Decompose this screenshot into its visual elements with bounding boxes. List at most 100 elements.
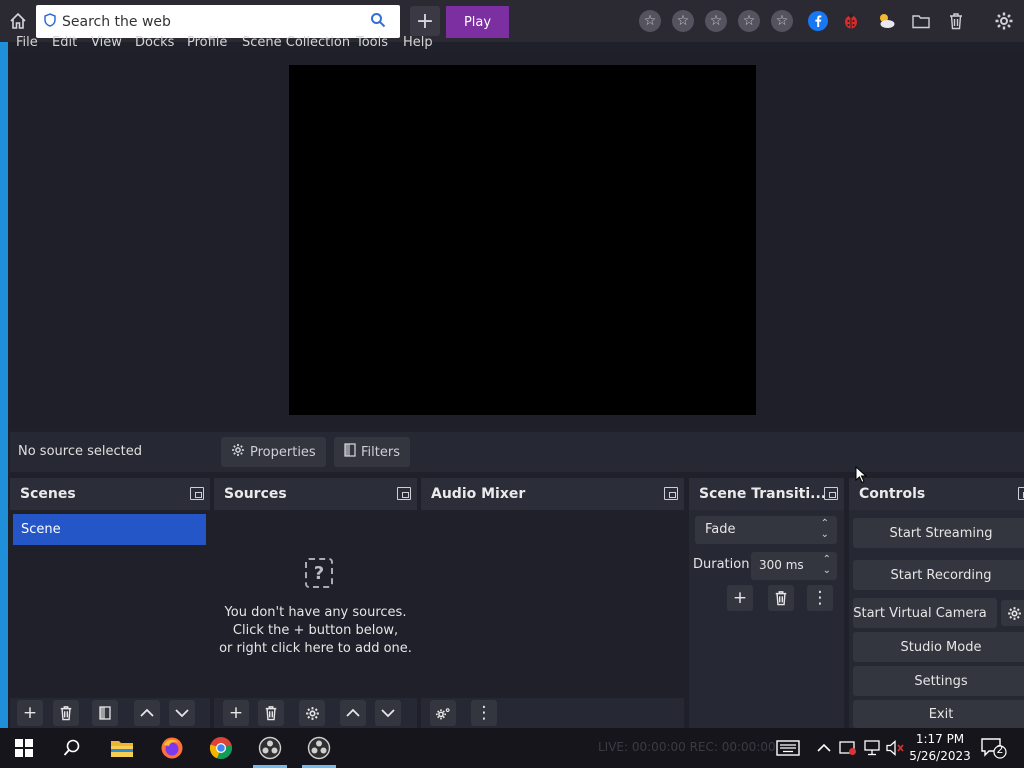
gear-icon: [231, 443, 245, 461]
filters-button[interactable]: Filters: [334, 437, 410, 467]
menu-scene-collection[interactable]: Scene Collection: [242, 35, 350, 50]
menu-docks[interactable]: Docks: [135, 35, 174, 50]
remove-scene-button[interactable]: [53, 700, 79, 726]
virtual-camera-label: Start Virtual Camera: [853, 605, 987, 621]
remove-source-button[interactable]: [258, 700, 284, 726]
clock-time: 1:17 PM: [915, 732, 965, 746]
dock-header: Audio Mixer: [421, 478, 684, 510]
dock-title: Sources: [224, 486, 287, 502]
obs-icon[interactable]: [256, 734, 284, 762]
transition-menu-button[interactable]: ⋮: [807, 585, 833, 611]
obs-icon[interactable]: [305, 734, 333, 762]
add-transition-button[interactable]: +: [727, 585, 753, 611]
duration-spinbox[interactable]: 300 ms ⌃ ⌄: [751, 552, 837, 580]
clock-date: 5/26/2023: [909, 749, 971, 763]
dock-title: Scenes: [20, 486, 76, 502]
undock-icon[interactable]: [1018, 487, 1024, 500]
source-properties-button[interactable]: [299, 700, 325, 726]
move-source-up-button[interactable]: [340, 700, 366, 726]
firefox-icon[interactable]: [158, 734, 186, 762]
search-icon[interactable]: [370, 12, 386, 32]
no-source-label: No source selected: [18, 444, 142, 459]
mouse-cursor-icon: [855, 465, 868, 488]
empty-line: or right click here to add one.: [219, 641, 412, 656]
move-scene-down-button[interactable]: [169, 700, 195, 726]
remove-transition-button[interactable]: [768, 585, 794, 611]
audio-mixer-dock: Audio Mixer ⋮: [421, 478, 684, 728]
audio-menu-button[interactable]: ⋮: [471, 700, 497, 726]
select-arrows-icon: ⌃ ⌄: [820, 518, 829, 540]
sources-dock: Sources ? You don't have any sources. Cl…: [214, 478, 417, 728]
star-icon[interactable]: ☆: [738, 10, 760, 32]
start-recording-button[interactable]: Start Recording: [853, 560, 1024, 590]
preview-canvas[interactable]: [289, 65, 756, 415]
facebook-icon[interactable]: [806, 9, 830, 33]
empty-line: Click the + button below,: [232, 623, 399, 638]
empty-sources-message: You don't have any sources. Click the + …: [214, 604, 417, 658]
weather-icon[interactable]: [874, 9, 898, 33]
dock-toolbar: +: [214, 698, 417, 728]
menu-tools[interactable]: Tools: [356, 35, 388, 50]
dock-header: Controls: [849, 478, 1024, 510]
controls-dock: Controls Start Streaming Start Recording…: [849, 478, 1024, 728]
dock-header: Scenes: [10, 478, 210, 510]
advanced-audio-button[interactable]: [430, 700, 456, 726]
menu-profile[interactable]: Profile: [187, 35, 227, 50]
scene-item[interactable]: Scene: [13, 514, 206, 545]
source-toolbar: [10, 432, 1024, 472]
dock-header: Scene Transiti...: [689, 478, 844, 510]
duration-label: Duration: [693, 557, 750, 572]
gear-icon[interactable]: [992, 9, 1016, 33]
add-scene-button[interactable]: +: [17, 700, 43, 726]
chrome-icon[interactable]: [207, 734, 235, 762]
home-icon[interactable]: [6, 9, 30, 33]
scene-filters-button[interactable]: [92, 700, 118, 726]
menu-edit[interactable]: Edit: [52, 35, 77, 50]
properties-button[interactable]: Properties: [221, 437, 326, 467]
windows-start-icon[interactable]: [10, 734, 38, 762]
shield-icon: [44, 12, 56, 31]
filter-icon: [344, 443, 356, 461]
duration-value: 300 ms: [759, 558, 804, 572]
dock-title: Scene Transiti...: [699, 486, 827, 502]
scene-transitions-dock: Scene Transiti... Fade ⌃ ⌄ Duration 300 m…: [689, 478, 844, 728]
scenes-dock: Scenes Scene +: [10, 478, 210, 728]
move-scene-up-button[interactable]: [134, 700, 160, 726]
star-icon[interactable]: ☆: [705, 10, 727, 32]
settings-button[interactable]: Settings: [853, 666, 1024, 696]
star-icon[interactable]: ☆: [672, 10, 694, 32]
menu-file[interactable]: File: [16, 35, 38, 50]
menu-help[interactable]: Help: [403, 35, 433, 50]
filters-label: Filters: [361, 444, 400, 460]
dock-title: Audio Mixer: [431, 486, 526, 502]
star-icon[interactable]: ☆: [771, 10, 793, 32]
undock-icon[interactable]: [397, 487, 411, 500]
start-streaming-button[interactable]: Start Streaming: [853, 518, 1024, 548]
new-tab-button[interactable]: +: [410, 6, 440, 36]
add-source-button[interactable]: +: [223, 700, 249, 726]
file-explorer-icon[interactable]: [108, 734, 136, 762]
exit-button[interactable]: Exit: [853, 700, 1024, 728]
question-icon: ?: [305, 558, 333, 588]
trash-icon[interactable]: [944, 9, 968, 33]
ladybug-icon[interactable]: [839, 9, 863, 33]
undock-icon[interactable]: [190, 487, 204, 500]
search-placeholder: Search the web: [62, 13, 171, 30]
virtual-camera-settings-icon[interactable]: [1001, 600, 1024, 626]
menu-bar: File Edit View Docks Profile Scene Colle…: [8, 34, 1024, 52]
undock-icon[interactable]: [824, 487, 838, 500]
transition-select[interactable]: Fade ⌃ ⌄: [695, 516, 837, 544]
move-source-down-button[interactable]: [375, 700, 401, 726]
studio-mode-button[interactable]: Studio Mode: [853, 632, 1024, 662]
spin-arrows-icon[interactable]: ⌃ ⌄: [823, 554, 831, 576]
properties-label: Properties: [250, 444, 316, 460]
search-icon[interactable]: [58, 734, 86, 762]
menu-view[interactable]: View: [91, 35, 122, 50]
folder-icon[interactable]: [909, 9, 933, 33]
keyboard-icon[interactable]: [774, 734, 802, 762]
star-icon[interactable]: ☆: [639, 10, 661, 32]
obs-status-bar-text: LIVE: 00:00:00 REC: 00:00:00: [598, 740, 776, 754]
undock-icon[interactable]: [664, 487, 678, 500]
taskbar-clock[interactable]: 1:17 PM 5/26/2023: [905, 731, 975, 765]
start-virtual-camera-button[interactable]: Start Virtual Camera: [853, 598, 997, 628]
